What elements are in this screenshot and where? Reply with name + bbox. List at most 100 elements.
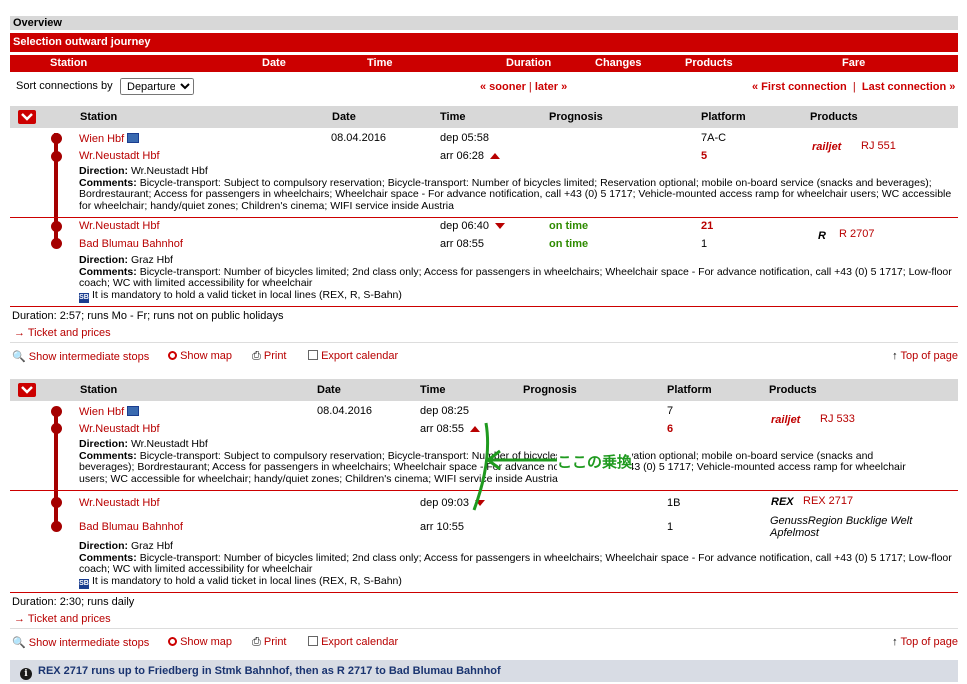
arr-time: arr 06:28 [440,150,485,162]
export-calendar-button[interactable]: Export calendar [308,350,398,362]
station-link[interactable]: Wr.Neustadt Hbf [79,497,160,509]
train-name: GenussRegion Bucklige Welt Apfelmost [770,515,913,539]
ticket-link-wrap: → Ticket and prices [14,613,111,625]
station-link[interactable]: Wr.Neustadt Hbf [79,150,160,162]
mandatory-note: It is mandatory to hold a valid ticket i… [92,574,402,587]
direction-label: Direction: [79,165,129,177]
show-map-button[interactable]: Show map [168,636,232,648]
column-header-bar: Station Date Time Duration Changes Produ… [10,55,958,72]
ticket-prices-link[interactable]: Ticket and prices [28,327,111,339]
print-button[interactable]: ⎙ Print [252,350,287,363]
arrow-right-icon: → [14,327,25,339]
station-name: Wien Hbf [79,406,125,418]
actions-row: 🔍 Show intermediate stops Show map ⎙ Pri… [12,350,958,366]
action-label: Export calendar [321,350,399,362]
actions-row: 🔍 Show intermediate stops Show map ⎙ Pri… [12,636,958,652]
prognosis-value: on time [549,238,589,250]
duration-info: Duration: 2:57; runs Mo - Fr; runs not o… [12,310,284,322]
station-link[interactable]: Wien Hbf [79,406,140,418]
sbahn-icon: SB [79,578,89,589]
delay-up-icon [490,153,501,160]
leg-details: Direction: Graz Hbf Comments: Bicycle-tr… [79,254,954,303]
product-link[interactable]: RJ 533 [820,413,855,425]
action-label: Show map [180,350,233,362]
comments-label: Comments: [79,176,137,189]
collapse-toggle-icon[interactable] [18,110,36,124]
action-label: Top of page [900,636,959,648]
duration-info: Duration: 2:30; runs daily [12,596,135,608]
magnifier-icon: 🔍 [12,637,26,649]
connection2-header: Station Date Time Prognosis Platform Pro… [10,379,958,401]
arr-time: arr 08:55 [420,423,465,435]
connection1-header: Station Date Time Prognosis Platform Pro… [10,106,958,128]
export-calendar-button[interactable]: Export calendar [308,636,398,648]
prognosis-value: on time [549,220,589,232]
sort-select[interactable]: Departure [120,78,194,95]
arr-time: arr 08:55 [440,238,485,250]
rex-logo-icon: REX [771,496,794,508]
platform-value: 1 [667,521,674,533]
selection-bar: Selection outward journey [10,33,958,52]
col-changes: Changes [595,57,642,69]
show-intermediate-button[interactable]: 🔍 Show intermediate stops [12,350,149,363]
dotted-divider [10,628,958,629]
hdr-prognosis: Prognosis [523,384,577,396]
hdr-station: Station [80,111,118,123]
arrow-up-icon: ↑ [892,636,898,648]
connection-divider [10,306,958,307]
col-station: Station [50,57,88,69]
leg-details: Direction: Wr.Neustadt Hbf Comments: Bic… [79,165,954,212]
product-link[interactable]: REX 2717 [803,495,853,507]
station-link[interactable]: Wien Hbf [79,133,140,145]
calendar-icon [308,636,318,646]
sooner-link[interactable]: « sooner [480,81,526,93]
col-products: Products [685,57,733,69]
annotation-text: ここの乗換 [557,451,633,472]
dep-time: dep 06:40 [440,220,489,232]
station-link[interactable]: Wr.Neustadt Hbf [79,220,160,232]
show-map-button[interactable]: Show map [168,350,232,362]
platform-value: 5 [701,150,708,162]
map-target-icon [168,351,177,360]
first-connection-link[interactable]: « First connection [752,81,847,93]
top-of-page-link[interactable]: ↑ Top of page [892,636,958,648]
platform-value: 7A-C [701,132,727,144]
ticket-link-wrap: → Ticket and prices [14,327,111,339]
hdr-station: Station [80,384,118,396]
comments-text: Bicycle-transport: Number of bicycles li… [79,551,952,575]
info-screen-icon[interactable] [127,133,140,143]
arrow-up-icon: ↑ [892,350,898,362]
station-link[interactable]: Bad Blumau Bahnhof [79,521,183,533]
printer-icon: ⎙ [252,636,261,648]
arrow-right-icon: → [14,613,25,625]
station-link[interactable]: Bad Blumau Bahnhof [79,238,183,250]
stop-dot [51,406,62,417]
stop-dot [51,497,62,508]
product-link[interactable]: RJ 551 [861,140,896,152]
comments-text: Bicycle-transport: Subject to compulsory… [79,176,952,212]
col-fare: Fare [842,57,866,69]
later-link[interactable]: later » [535,81,567,93]
date-value: 08.04.2016 [317,405,373,417]
print-button[interactable]: ⎙ Print [252,636,287,649]
overview-bar: Overview [10,16,958,30]
action-label: Print [263,636,287,648]
platform-value: 1 [701,238,708,250]
collapse-toggle-icon[interactable] [18,383,36,397]
top-of-page-link[interactable]: ↑ Top of page [892,350,958,362]
info-screen-icon[interactable] [127,406,140,416]
dep-time: dep 09:03 [420,497,469,509]
last-connection-link[interactable]: Last connection » [862,81,956,93]
date-value: 08.04.2016 [331,132,387,144]
ticket-prices-link[interactable]: Ticket and prices [28,613,111,625]
comments-label: Comments: [79,551,137,564]
sort-row: Sort connections by Departure « sooner |… [10,78,958,98]
show-intermediate-button[interactable]: 🔍 Show intermediate stops [12,636,149,649]
arr-time: arr 10:55 [420,521,465,533]
hdr-products: Products [810,111,858,123]
hdr-products: Products [769,384,817,396]
station-link[interactable]: Wr.Neustadt Hbf [79,423,160,435]
col-time: Time [367,57,393,69]
product-link[interactable]: R 2707 [839,228,874,240]
col-duration: Duration [506,57,552,69]
